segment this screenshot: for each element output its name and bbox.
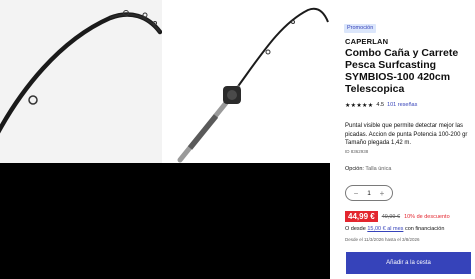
price-row: 44,99 € 49,99 € 10% de descuento: [345, 211, 450, 222]
product-description: Puntal visible que permite detectar mejo…: [345, 123, 468, 146]
original-price: 49,99 €: [381, 213, 401, 220]
product-gallery: [0, 0, 330, 279]
product-info-panel: Promoción CAPERLAN Combo Caña y Carrete …: [340, 0, 475, 279]
financing-info: O desde 15,00 € al mes con financiación: [345, 226, 444, 232]
current-price: 44,99 €: [345, 211, 378, 222]
product-video-placeholder[interactable]: [0, 163, 330, 279]
promo-validity: Desde el 11/3/2026 hasta el 3/8/2026: [345, 237, 420, 242]
option-row: Opción: Talla única: [345, 166, 391, 172]
option-label: Opción:: [345, 166, 364, 172]
quantity-stepper: − 1 +: [345, 185, 393, 201]
product-sku: ID 8362938: [345, 149, 369, 154]
financing-prefix: O desde: [345, 226, 366, 232]
financing-link[interactable]: 15,00 € al mes: [367, 226, 403, 232]
add-to-cart-button[interactable]: Añadir a la cesta: [346, 252, 471, 274]
discount-label: 10% de descuento: [404, 213, 450, 220]
financing-suffix: con financiación: [404, 226, 445, 232]
quantity-increase-button[interactable]: +: [377, 189, 387, 198]
product-image-rod-tip[interactable]: [0, 0, 162, 163]
rating: ★★★★★ 4.5 101 reseñas: [345, 101, 417, 109]
full-rod-illustration: [177, 7, 329, 163]
product-title: Combo Caña y Carrete Pesca Surfcasting S…: [345, 47, 459, 95]
option-value: Talla única: [365, 166, 392, 172]
brand-name: CAPERLAN: [345, 37, 389, 46]
rod-tip-illustration: [0, 10, 162, 134]
star-rating-icon: ★★★★★: [345, 102, 374, 109]
quantity-value[interactable]: 1: [367, 190, 371, 197]
rating-value: 4.5: [376, 102, 385, 108]
reviews-link[interactable]: 101 reseñas: [387, 102, 417, 108]
product-image-full-rod[interactable]: [168, 0, 330, 163]
promo-badge: Promoción: [344, 24, 377, 33]
quantity-decrease-button[interactable]: −: [351, 189, 361, 198]
